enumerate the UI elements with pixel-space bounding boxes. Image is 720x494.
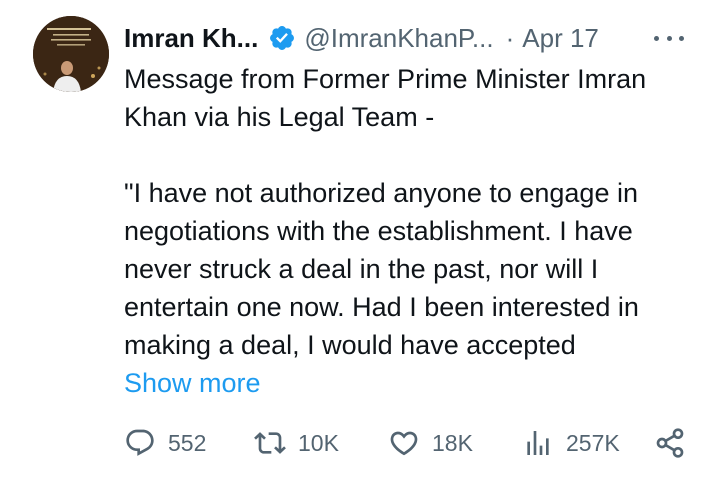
heart-icon xyxy=(390,431,418,456)
tweet-header: Imran Kh... @ImranKhanP... · Apr 17 xyxy=(124,18,704,58)
tweet-card[interactable]: Imran Kh... @ImranKhanP... · Apr 17 Mess… xyxy=(0,0,720,494)
tweet-actions: 552 10K 18K 257K xyxy=(0,420,720,466)
author-handle[interactable]: @ImranKhanP... xyxy=(304,23,493,54)
like-count: 18K xyxy=(432,429,473,456)
views-button[interactable]: 257K xyxy=(522,420,620,466)
verified-badge-icon xyxy=(268,24,296,52)
share-icon xyxy=(656,428,684,458)
avatar-image xyxy=(33,16,109,92)
show-more-link[interactable]: Show more xyxy=(124,364,261,402)
retweet-button[interactable]: 10K xyxy=(254,420,339,466)
separator-dot: · xyxy=(505,22,515,53)
retweet-count: 10K xyxy=(298,429,339,456)
reply-icon xyxy=(126,429,154,456)
views-count: 257K xyxy=(566,429,620,456)
views-chart-icon xyxy=(527,431,549,455)
reply-count: 552 xyxy=(168,429,207,456)
tweet-text-intro: Message from Former Prime Minister Imran… xyxy=(124,64,647,132)
tweet-date[interactable]: Apr 17 xyxy=(522,23,599,54)
avatar[interactable] xyxy=(33,16,109,92)
share-button[interactable] xyxy=(654,420,686,466)
tweet-text-quote: "I have not authorized anyone to engage … xyxy=(124,178,639,360)
retweet-icon xyxy=(254,432,286,454)
reply-button[interactable]: 552 xyxy=(124,420,206,466)
more-options-icon[interactable] xyxy=(654,26,684,50)
author-display-name[interactable]: Imran Kh... xyxy=(124,23,258,54)
tweet-text: Message from Former Prime Minister Imran… xyxy=(124,60,704,364)
like-button[interactable]: 18K xyxy=(388,420,473,466)
